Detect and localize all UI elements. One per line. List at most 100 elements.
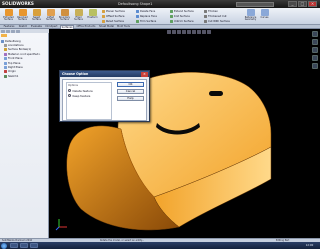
- planar-surface-button[interactable]: Planar Surface: [102, 9, 125, 13]
- display-style-icon[interactable]: [192, 30, 196, 34]
- lofted-surface-button[interactable]: Lofted Surface: [44, 9, 57, 24]
- extend-surface-label: Extend Surface: [174, 9, 194, 13]
- freeform-label: Freeform: [87, 15, 98, 19]
- radio-button[interactable]: [68, 89, 71, 92]
- reference-geometry-icon: [246, 9, 255, 16]
- thicken-button[interactable]: Thicken: [204, 9, 218, 13]
- taskbar-app-icon[interactable]: [30, 243, 38, 248]
- offset-surface-button[interactable]: Offset Surface: [102, 14, 125, 18]
- property-manager-icon[interactable]: [6, 29, 10, 33]
- trim-surface-icon: [136, 19, 139, 23]
- graphics-viewport[interactable]: [49, 29, 320, 238]
- cancel-button[interactable]: Cancel: [117, 89, 144, 94]
- zoom-to-fit-icon[interactable]: [167, 30, 171, 34]
- task-pane-tabs: [312, 31, 319, 71]
- feature-tree-label: Surface Bodies(1): [8, 48, 32, 52]
- feature-tree-label: Sketch1: [8, 74, 19, 78]
- dialog-title[interactable]: Choose Option: [60, 71, 149, 77]
- cut-with-surface-label: Cut With Surface: [208, 19, 230, 23]
- reference-geometry-button[interactable]: Reference Geometry: [244, 9, 257, 24]
- ruled-surface-label: Ruled Surface: [106, 19, 124, 23]
- tray-clock[interactable]: 12:00: [300, 242, 319, 249]
- hide-show-icon[interactable]: [197, 30, 201, 34]
- scene-icon[interactable]: [207, 30, 211, 34]
- boundary-surface-button[interactable]: Boundary Surface: [58, 9, 71, 24]
- feature-tree-label: Top Plane: [8, 61, 21, 65]
- dialog-body: Options Delete feature Keep feature OK Ca…: [62, 79, 147, 121]
- planar-surface-icon: [102, 9, 105, 13]
- untrim-surface-button[interactable]: Untrim Surface: [170, 19, 194, 23]
- filled-surface-button[interactable]: Filled Surface: [72, 9, 85, 24]
- window-title: Defaultsong Shape1: [118, 2, 153, 6]
- knit-surface-label: Knit Surface: [174, 14, 190, 18]
- view-palette-icon[interactable]: [312, 55, 318, 61]
- cut-with-surface-button[interactable]: Cut With Surface: [204, 19, 230, 23]
- appearance-icon[interactable]: [202, 30, 206, 34]
- start-button[interactable]: [1, 242, 7, 249]
- ruled-surface-icon: [102, 19, 105, 23]
- revolved-surface-button[interactable]: Revolved Surface: [16, 9, 29, 24]
- model-render[interactable]: [49, 29, 320, 238]
- feature-node-icon: [4, 66, 7, 70]
- planar-surface-label: Planar Surface: [106, 9, 125, 13]
- offset-surface-label: Offset Surface: [106, 14, 125, 18]
- minimize-button[interactable]: _: [288, 1, 297, 7]
- thickened-cut-button[interactable]: Thickened Cut: [204, 14, 227, 18]
- option-radio-row[interactable]: Keep feature: [68, 93, 110, 98]
- extruded-surface-label: Extruded Surface: [3, 15, 14, 22]
- option-label: Keep feature: [72, 93, 91, 98]
- replace-face-button[interactable]: Replace Face: [136, 14, 157, 18]
- lofted-surface-label: Lofted Surface: [46, 15, 55, 22]
- option-radio-list: Delete feature Keep feature: [68, 88, 110, 98]
- view-orientation-icon[interactable]: [187, 30, 191, 34]
- thicken-label: Thicken: [208, 9, 219, 13]
- ruled-surface-button[interactable]: Ruled Surface: [102, 19, 124, 23]
- previous-view-icon[interactable]: [177, 30, 181, 34]
- zoom-area-icon[interactable]: [172, 30, 176, 34]
- offset-surface-icon: [102, 14, 105, 18]
- close-button[interactable]: ×: [308, 1, 317, 7]
- heads-up-view-toolbar: [167, 30, 223, 34]
- window-controls: _ □ ×: [288, 1, 318, 7]
- section-view-icon[interactable]: [182, 30, 186, 34]
- ok-button[interactable]: OK: [117, 82, 144, 87]
- dimxpert-manager-icon[interactable]: [16, 29, 20, 33]
- feature-tree-item[interactable]: Sketch1: [1, 74, 48, 78]
- trim-surface-button[interactable]: Trim Surface: [136, 19, 156, 23]
- app-logo[interactable]: SOLIDWORKS: [2, 1, 34, 7]
- feature-tree-label: Right Plane: [8, 66, 23, 70]
- design-library-icon[interactable]: [312, 39, 318, 45]
- reference-geometry-label: Reference Geometry: [244, 15, 257, 22]
- filter-icon[interactable]: [1, 34, 7, 37]
- freeform-button[interactable]: Freeform: [86, 9, 99, 24]
- help-button[interactable]: Help: [117, 96, 144, 101]
- radio-button[interactable]: [68, 94, 71, 97]
- boundary-surface-icon: [60, 9, 69, 16]
- appearances-icon[interactable]: [312, 63, 318, 69]
- configuration-manager-icon[interactable]: [11, 29, 15, 33]
- delete-face-button[interactable]: Delete Face: [136, 9, 155, 13]
- swept-surface-button[interactable]: Swept Surface: [30, 9, 43, 24]
- taskbar-app-icon[interactable]: [10, 243, 18, 248]
- sketch-slot-eye[interactable]: [209, 91, 223, 96]
- maximize-button[interactable]: □: [298, 1, 307, 7]
- feature-tree-icon[interactable]: [1, 29, 5, 33]
- help-search-input[interactable]: [236, 1, 274, 7]
- knit-surface-button[interactable]: Knit Surface: [170, 14, 190, 18]
- taskbar-app-icon[interactable]: [20, 243, 28, 248]
- resources-icon[interactable]: [312, 31, 318, 37]
- dialog-close-button[interactable]: ×: [141, 71, 148, 77]
- file-explorer-icon[interactable]: [312, 47, 318, 53]
- extruded-surface-icon: [4, 9, 13, 16]
- feature-node-icon: [4, 44, 7, 48]
- extend-surface-button[interactable]: Extend Surface: [170, 9, 194, 13]
- delete-face-icon: [136, 9, 139, 13]
- extruded-surface-button[interactable]: Extruded Surface: [2, 9, 15, 24]
- knit-surface-icon: [170, 14, 173, 18]
- feature-tree-label: Annotations: [8, 44, 24, 48]
- feature-node-icon: [4, 57, 7, 61]
- curves-button[interactable]: Curves: [258, 9, 271, 24]
- freeform-icon: [88, 9, 97, 16]
- feature-node-icon: [4, 70, 7, 74]
- feature-tree-label: Material <not specified>: [8, 52, 41, 56]
